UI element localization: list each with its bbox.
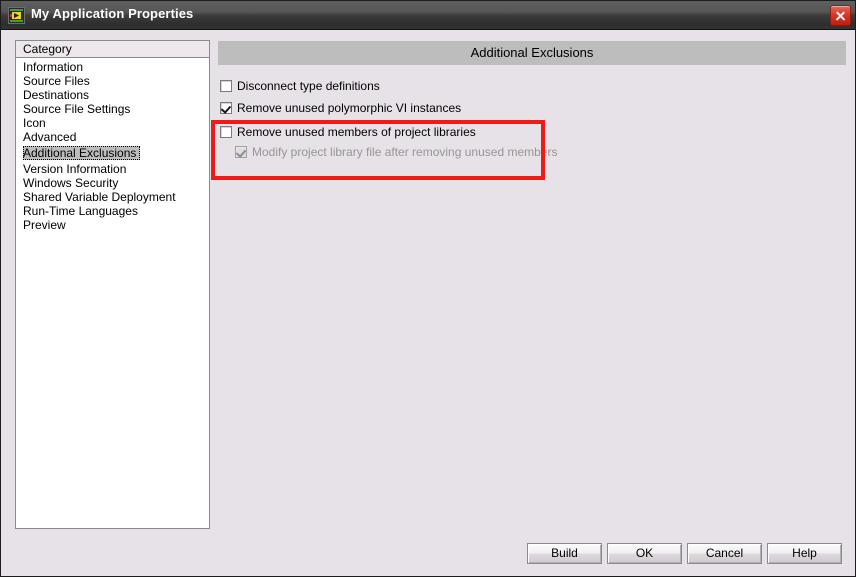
- checkbox-label: Disconnect type definitions: [237, 79, 380, 93]
- panel-header: Additional Exclusions: [218, 41, 846, 65]
- checkbox-row-disconnect-type-definitions[interactable]: Disconnect type definitions: [220, 79, 380, 93]
- ok-button[interactable]: OK: [607, 543, 682, 564]
- sidebar-item-label: Source File Settings: [23, 102, 131, 116]
- sidebar-item-additional-exclusions[interactable]: Additional Exclusions: [23, 146, 141, 160]
- title-bar: My Application Properties: [1, 1, 855, 30]
- sidebar-item-advanced[interactable]: Advanced: [16, 130, 209, 144]
- sidebar-item-source-file-settings[interactable]: Source File Settings: [16, 102, 209, 116]
- sidebar-item-destinations[interactable]: Destinations: [16, 88, 209, 102]
- application-properties-dialog: My Application Properties Category Infor…: [0, 0, 856, 577]
- close-icon[interactable]: [830, 5, 851, 26]
- labview-vi-icon: [8, 7, 25, 24]
- sidebar-item-label: Information: [23, 60, 84, 74]
- sidebar-item-windows-security[interactable]: Windows Security: [16, 176, 209, 190]
- checkbox-row-modify-project-library-file: Modify project library file after removi…: [235, 145, 557, 159]
- checkbox-remove-unused-members-of-project-libraries[interactable]: [220, 126, 232, 138]
- sidebar-item-information[interactable]: Information: [16, 60, 209, 74]
- help-button[interactable]: Help: [767, 543, 842, 564]
- sidebar-item-label: Run-Time Languages: [23, 204, 138, 218]
- page-title: Additional Exclusions: [470, 45, 594, 60]
- window-title: My Application Properties: [31, 6, 194, 21]
- sidebar-item-label: Icon: [23, 116, 46, 130]
- checkbox-disconnect-type-definitions[interactable]: [220, 80, 232, 92]
- sidebar-item-label: Destinations: [23, 88, 90, 102]
- checkbox-row-remove-unused-polymorphic-vi-instances[interactable]: Remove unused polymorphic VI instances: [220, 101, 461, 115]
- sidebar-item-icon[interactable]: Icon: [16, 116, 209, 130]
- checkbox-modify-project-library-file: [235, 146, 247, 158]
- sidebar-item-label: Shared Variable Deployment: [23, 190, 176, 204]
- sidebar-item-preview[interactable]: Preview: [16, 218, 209, 232]
- sidebar-item-label: Preview: [23, 218, 66, 232]
- sidebar-item-label: Additional Exclusions: [23, 146, 137, 160]
- checkbox-label: Remove unused polymorphic VI instances: [237, 101, 462, 115]
- sidebar-item-version-information[interactable]: Version Information: [16, 162, 209, 176]
- sidebar-item-shared-variable-deployment[interactable]: Shared Variable Deployment: [16, 190, 209, 204]
- sidebar-item-label: Source Files: [23, 74, 90, 88]
- sidebar-item-label: Version Information: [23, 162, 127, 176]
- checkbox-label: Modify project library file after removi…: [252, 145, 558, 159]
- checkbox-label: Remove unused members of project librari…: [237, 125, 476, 139]
- sidebar-item-source-files[interactable]: Source Files: [16, 74, 209, 88]
- category-listbox[interactable]: Category Information Source Files Destin…: [15, 40, 210, 529]
- checkbox-row-remove-unused-members-of-project-libraries[interactable]: Remove unused members of project librari…: [220, 125, 476, 139]
- sidebar-item-label: Advanced: [23, 130, 77, 144]
- sidebar-item-run-time-languages[interactable]: Run-Time Languages: [16, 204, 209, 218]
- sidebar-item-label: Windows Security: [23, 176, 119, 190]
- cancel-button[interactable]: Cancel: [687, 543, 762, 564]
- checkbox-remove-unused-polymorphic-vi-instances[interactable]: [220, 102, 232, 114]
- build-button[interactable]: Build: [527, 543, 602, 564]
- category-list-header: Category: [16, 41, 209, 58]
